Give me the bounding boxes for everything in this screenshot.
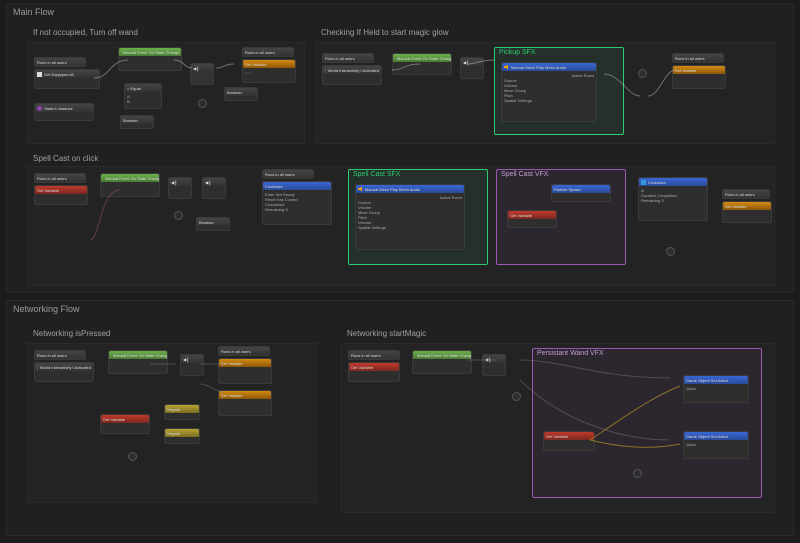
node-branch-1[interactable]: ◀╣ (190, 63, 214, 85)
node-cooldown-1[interactable]: CooldownEnter Not ReadyReset Has Cooled … (262, 181, 332, 225)
node-playmesh-1[interactable]: Manual Mesh Play Mesh Audio Active Event… (501, 62, 597, 122)
node-setvariable-2[interactable]: Set Variable (672, 65, 726, 89)
node-runs-all-9[interactable]: Runs in all users (218, 346, 270, 356)
node-getvariable-2[interactable]: Get Variable (507, 210, 557, 228)
node-branch-6[interactable]: ◀╣ (482, 354, 506, 376)
node-onstate-event-4[interactable]: Manual Event On State Change Event (108, 350, 168, 374)
node-reroute-2[interactable] (638, 69, 647, 78)
node-setvariable-3[interactable]: Set Variable (722, 201, 772, 223)
circle-icon (37, 106, 42, 111)
node-equal[interactable]: = EqualAB (124, 83, 162, 109)
node-runs-all-4[interactable]: Runs in all users (672, 53, 724, 63)
node-runs-all-6[interactable]: Runs in all users (262, 169, 314, 179)
node-onstate-event-3[interactable]: Manual Event On State Change Event (100, 173, 160, 197)
section-networking-flow: Networking Flow Networking isPressed Run… (6, 300, 794, 536)
node-runs-all[interactable]: Runs in all users (34, 57, 86, 67)
node-branch-3[interactable]: ◀╣ (168, 177, 192, 199)
node-boolean-3[interactable]: Boolean (196, 217, 230, 231)
node-setactive-2[interactable]: Game Object Set ActiveValue (683, 431, 749, 459)
hourglass-icon (641, 180, 646, 185)
lock-icon (37, 365, 38, 370)
speaker-icon (358, 187, 363, 192)
node-reroute-7[interactable] (633, 469, 642, 478)
group-persistent-vfx[interactable]: Persistant Wand VFX Get Variable Game Ob… (532, 348, 762, 498)
node-branch-2[interactable]: ◀╣ (460, 57, 484, 79)
region-spellcast: Runs in all users Get Variable Manual Ev… (27, 166, 775, 286)
node-setvariable-1[interactable]: Set Variable○ ○ (242, 59, 296, 83)
node-branch-5[interactable]: ◀╣ (180, 354, 204, 376)
node-setvariable-5[interactable]: Set Variable (218, 390, 272, 416)
section-title: Networking Flow (13, 304, 80, 314)
node-get-equipped[interactable]: Get Equipped All (34, 69, 100, 89)
group-spellcast-vfx[interactable]: Spell Cast VFX Particle Spawn Get Variab… (496, 169, 626, 265)
node-world-interact[interactable]: World Interactivity t Activated (322, 65, 382, 85)
node-runs-all-7[interactable]: Runs in all users (722, 189, 770, 199)
node-world-interact-2[interactable]: World Interactivity t Activated (34, 362, 94, 382)
group-title: Spell Cast VFX (501, 171, 548, 178)
node-statics-instance[interactable]: Static's instance (34, 103, 94, 121)
node-runs-all-8[interactable]: Runs in all users (34, 350, 86, 360)
group-spellcast-sfx[interactable]: Spell Cast SFX Manual Mesh Play Mesh Aud… (348, 169, 488, 265)
node-onstate-event[interactable]: Manual Event On State Change Event (118, 47, 182, 71)
node-runs-all-5[interactable]: Runs in all users (34, 173, 86, 183)
node-getvariable-3[interactable]: Get Variable (100, 414, 150, 434)
region-label-turnoff: If not occupied, Turn off wand (33, 28, 138, 37)
node-reroute-6[interactable] (512, 392, 521, 401)
node-onstate-event-2[interactable]: Manual Event On State Change (392, 53, 452, 75)
region-netstart: Runs in all users Get Variable Manual Ev… (341, 343, 775, 513)
node-branch-4[interactable]: ◀╣ (202, 177, 226, 199)
node-playmesh-2[interactable]: Manual Mesh Play Mesh Audio Active Event… (355, 184, 465, 250)
speaker-icon (504, 65, 509, 70)
node-reroute-4[interactable] (666, 247, 675, 256)
node-onstate-event-5[interactable]: Manual Event On State Change (412, 350, 472, 374)
region-label-spellcast: Spell Cast on click (33, 154, 98, 163)
node-negate-1[interactable]: Negate (164, 404, 200, 420)
section-main-flow: Main Flow If not occupied, Turn off wand… (6, 3, 794, 293)
node-reroute-1[interactable] (198, 99, 207, 108)
node-getvariable-5[interactable]: Get Variable (543, 431, 595, 451)
node-cooldown-2[interactable]: CooldownInDuration Completed Remaining S (638, 177, 708, 221)
node-runs-all-2[interactable]: Runs in all users (242, 47, 294, 57)
node-setactive-1[interactable]: Game Object Set ActiveValue (683, 375, 749, 403)
region-label-netstart: Networking startMagic (347, 329, 426, 338)
node-boolean[interactable]: Boolean (120, 115, 154, 129)
node-negate-2[interactable]: Negate (164, 428, 200, 444)
node-getvariable-1[interactable]: Get Variable (34, 185, 88, 205)
lock-icon (325, 68, 326, 73)
region-turnoff: Runs in all users Get Equipped All Stati… (27, 42, 305, 144)
region-label-checkheld: Checking If Held to start magic glow (321, 28, 449, 37)
node-setvariable-4[interactable]: Set Variable (218, 358, 272, 384)
document-icon (37, 72, 42, 77)
branch-icon: ◀╣ (193, 66, 199, 71)
group-title: Persistant Wand VFX (537, 350, 604, 357)
node-graph-canvas[interactable]: Main Flow If not occupied, Turn off wand… (0, 0, 800, 543)
node-runs-all-10[interactable]: Runs in all users (348, 350, 400, 360)
node-reroute-5[interactable] (128, 452, 137, 461)
node-getvariable-4[interactable]: Get Variable (348, 362, 400, 382)
section-title: Main Flow (13, 7, 54, 17)
node-particle-spawn[interactable]: Particle Spawn (551, 184, 611, 202)
region-netpressed: Runs in all users World Interactivity t … (27, 343, 317, 503)
node-runs-all-3[interactable]: Runs in all users (322, 53, 374, 63)
node-reroute-3[interactable] (174, 211, 183, 220)
region-checkheld: Runs in all users World Interactivity t … (315, 42, 775, 144)
group-title: Spell Cast SFX (353, 171, 400, 178)
node-boolean-2[interactable]: Boolean (224, 87, 258, 101)
group-pickup-sfx[interactable]: Pickup SFX Manual Mesh Play Mesh Audio A… (494, 47, 624, 135)
group-title: Pickup SFX (499, 49, 536, 56)
region-label-netpressed: Networking isPressed (33, 329, 110, 338)
